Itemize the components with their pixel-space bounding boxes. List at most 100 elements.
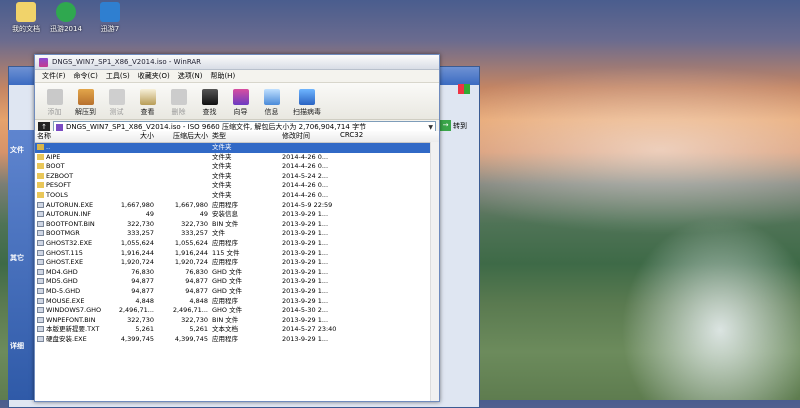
file-size-cell [103, 181, 156, 191]
file-modified-cell: 2013-9-29 1... [282, 334, 329, 343]
file-packed-cell [156, 153, 210, 163]
folder-icon [37, 172, 44, 179]
menu-favorites[interactable]: 收藏夹(O) [134, 71, 174, 81]
file-type-cell: 文件夹 [212, 162, 232, 171]
file-icon [37, 297, 44, 304]
vertical-scrollbar[interactable] [430, 142, 439, 401]
table-row[interactable]: EZBOOT 文件夹 2014-5-24 2... [35, 172, 439, 182]
file-type-cell: 应用程序 [212, 296, 238, 305]
view-label: 查看 [140, 108, 155, 116]
file-type-cell: GHD 文件 [212, 267, 242, 276]
column-header-type[interactable]: 类型 [210, 131, 280, 142]
menu-file[interactable]: 文件(F) [38, 71, 70, 81]
file-name-cell: BOOT [35, 162, 103, 172]
wizard-button[interactable]: 向导 [225, 89, 256, 117]
file-size-cell: 322,730 [127, 219, 154, 228]
file-modified-cell: 2014-4-26 0... [282, 190, 329, 199]
table-row[interactable]: MD-5.GHD 94,877 94,877 GHD 文件 2013-9-29 1... [35, 287, 439, 297]
file-name-text: .. [46, 143, 51, 151]
chevron-down-icon[interactable]: ▼ [428, 124, 433, 131]
find-button[interactable]: 查找 [194, 89, 225, 117]
file-name-cell: AIPE [35, 153, 103, 163]
menu-help[interactable]: 帮助(H) [206, 71, 239, 81]
table-row[interactable]: 本版更新提要.TXT 5,261 5,261 文本文档 2014-5-27 23:40 [35, 325, 439, 335]
file-icon [37, 287, 44, 294]
table-row[interactable]: WINDOWS7.GHO 2,496,71... 2,496,71... GHO 文件… [35, 306, 439, 316]
test-button[interactable]: 测试 [101, 89, 132, 117]
file-rows: .. 文件夹 AIPE 文件夹 2014-4-26 0... BOOT 文件夹 2014-4-… [35, 143, 439, 344]
file-name-cell: BOOTFONT.BIN [35, 220, 103, 230]
file-type-cell: 应用程序 [212, 334, 238, 343]
table-row[interactable]: GHOST.EXE 1,920,724 1,920,724 应用程序 2013-9-29… [35, 258, 439, 268]
file-crc-cell [338, 143, 378, 153]
table-row[interactable]: 硬盘安装.EXE 4,399,745 4,399,745 应用程序 2013-9-29 … [35, 335, 439, 345]
table-row[interactable]: AUTORUN.EXE 1,667,980 1,667,980 应用程序 2014-5-… [35, 201, 439, 211]
arrow-right-icon: → [440, 120, 451, 131]
table-row[interactable]: GHOST32.EXE 1,055,624 1,055,624 应用程序 2013-9-… [35, 239, 439, 249]
menu-commands[interactable]: 命令(C) [70, 71, 102, 81]
folder-icon [37, 191, 44, 198]
wizard-icon [232, 89, 249, 105]
table-row[interactable]: AIPE 文件夹 2014-4-26 0... [35, 153, 439, 163]
table-row[interactable]: .. 文件夹 [35, 143, 439, 153]
file-name-text: BOOTMGR [46, 229, 80, 238]
file-size-cell: 1,055,624 [120, 238, 154, 247]
file-modified-cell: 2014-4-26 0... [282, 162, 329, 171]
table-row[interactable]: GHOST.115 1,916,244 1,916,244 115 文件 2013-9-… [35, 249, 439, 259]
file-crc-cell [338, 162, 378, 172]
table-row[interactable]: BOOTMGR 333,257 333,257 文件 2013-9-29 1... [35, 229, 439, 239]
column-header-packed[interactable]: 压缩后大小 [156, 131, 210, 142]
virus-scan-button[interactable]: 扫描病毒 [287, 89, 327, 117]
file-list[interactable]: 名称 大小 压缩后大小 类型 修改时间 CRC32 .. 文件夹 AIPE 文件夹 20… [35, 131, 439, 401]
desktop-icon-label: 我的文档 [12, 25, 40, 33]
file-packed-cell: 94,877 [185, 277, 208, 286]
window-titlebar[interactable]: DNGS_WIN7_SP1_X86_V2014.iso - WinRAR [35, 55, 439, 70]
column-header-modified[interactable]: 修改时间 [280, 131, 338, 142]
file-size-cell: 94,877 [131, 277, 154, 286]
file-name-cell: AUTORUN.INF [35, 210, 103, 220]
file-name-cell: GHOST32.EXE [35, 239, 103, 249]
menu-options[interactable]: 选项(N) [174, 71, 207, 81]
table-row[interactable]: PESOFT 文件夹 2014-4-26 0... [35, 181, 439, 191]
file-packed-cell: 1,055,624 [174, 238, 208, 247]
file-name-text: GHOST.EXE [46, 258, 84, 267]
desktop-icon-xunyou2014[interactable]: 迅游2014 [42, 2, 90, 34]
file-packed-cell [156, 143, 210, 153]
file-crc-cell [338, 181, 378, 191]
view-button[interactable]: 查看 [132, 89, 163, 117]
file-type-cell: 应用程序 [212, 258, 238, 267]
file-size-cell [103, 153, 156, 163]
file-packed-cell: 322,730 [181, 315, 208, 324]
menu-tools[interactable]: 工具(S) [102, 71, 134, 81]
file-modified-cell: 2013-9-29 1... [282, 286, 329, 295]
file-icon [37, 220, 44, 227]
table-row[interactable]: BOOTFONT.BIN 322,730 322,730 BIN 文件 2013-9-2… [35, 220, 439, 230]
file-name-text: TOOLS [46, 190, 68, 199]
extract-to-button[interactable]: 解压到 [70, 89, 101, 117]
table-row[interactable]: MD5.GHD 94,877 94,877 GHD 文件 2013-9-29 1... [35, 277, 439, 287]
column-header-name[interactable]: 名称 [35, 131, 103, 142]
table-row[interactable]: MOUSE.EXE 4,848 4,848 应用程序 2013-9-29 1... [35, 297, 439, 307]
winrar-window[interactable]: DNGS_WIN7_SP1_X86_V2014.iso - WinRAR 文件(… [34, 54, 440, 402]
file-type-cell: 文件夹 [212, 190, 232, 199]
file-modified-cell: 2013-9-29 1... [282, 219, 329, 228]
table-row[interactable]: BOOT 文件夹 2014-4-26 0... [35, 162, 439, 172]
file-crc-cell [338, 287, 378, 297]
column-header-size[interactable]: 大小 [103, 131, 156, 142]
table-row[interactable]: TOOLS 文件夹 2014-4-26 0... [35, 191, 439, 201]
table-row[interactable]: WNPEFONT.BIN 322,730 322,730 BIN 文件 2013-9-2… [35, 316, 439, 326]
file-size-cell: 76,830 [131, 267, 154, 276]
desktop-icon-xunyou7[interactable]: 迅游7 [86, 2, 134, 34]
window-title: DNGS_WIN7_SP1_X86_V2014.iso - WinRAR [52, 58, 202, 66]
column-header-crc[interactable]: CRC32 [338, 131, 378, 142]
file-name-text: BOOT [46, 162, 65, 171]
goto-button[interactable]: → 转到 [440, 120, 467, 131]
add-button[interactable]: 添加 [39, 89, 70, 117]
file-type-cell: BIN 文件 [212, 315, 239, 324]
delete-button[interactable]: 删除 [163, 89, 194, 117]
info-button[interactable]: 信息 [256, 89, 287, 117]
file-name-cell: MD5.GHD [35, 277, 103, 287]
file-type-cell: 应用程序 [212, 200, 238, 209]
table-row[interactable]: AUTORUN.INF 49 49 安装信息 2013-9-29 1... [35, 210, 439, 220]
table-row[interactable]: MD4.GHD 76,830 76,830 GHD 文件 2013-9-29 1... [35, 268, 439, 278]
